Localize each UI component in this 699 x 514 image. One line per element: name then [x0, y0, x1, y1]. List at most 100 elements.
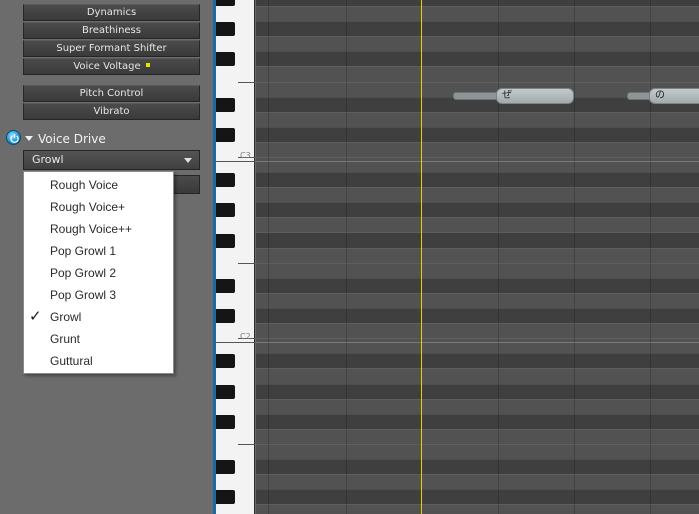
octave-key-line: [216, 161, 255, 162]
menu-item-label: Guttural: [50, 354, 93, 368]
section-title: Voice Drive: [38, 132, 106, 146]
chevron-down-icon: [184, 158, 192, 163]
menu-item[interactable]: ✓ Growl: [24, 306, 173, 328]
grid-row-line: [256, 429, 699, 430]
black-key[interactable]: [216, 203, 235, 218]
grid-row-line: [256, 459, 699, 460]
menu-item[interactable]: Guttural: [24, 350, 173, 372]
black-key-row: [256, 383, 699, 399]
black-key[interactable]: [216, 490, 235, 505]
grid-row-line: [256, 444, 699, 445]
grid-row-line: [256, 323, 699, 324]
grid-row-line: [256, 368, 699, 369]
black-key[interactable]: [216, 127, 235, 142]
black-key-row: [256, 277, 699, 293]
black-key-row: [256, 353, 699, 369]
black-key-row: [256, 232, 699, 248]
grid-row-line: [256, 112, 699, 113]
black-key-row: [256, 459, 699, 475]
beat-line: [498, 0, 499, 514]
menu-item[interactable]: Rough Voice+: [24, 196, 173, 218]
note-block[interactable]: ぜ: [496, 88, 574, 104]
grid-row-line: [256, 248, 699, 249]
menu-item[interactable]: Grunt: [24, 328, 173, 350]
beat-line: [650, 0, 651, 514]
piano-keyboard[interactable]: C3C2C1: [216, 0, 255, 514]
grid-row-line: [256, 187, 699, 188]
grid-row-line: [256, 489, 699, 490]
black-key-row: [256, 202, 699, 218]
grid-row-line: [256, 36, 699, 37]
octave-line: [256, 161, 699, 162]
playhead[interactable]: [421, 0, 422, 514]
grid-row-line: [256, 278, 699, 279]
power-icon[interactable]: [6, 130, 21, 145]
grid-row-line: [256, 6, 699, 7]
black-key[interactable]: [216, 309, 235, 323]
grid-row-line: [256, 263, 699, 264]
vibrato-button[interactable]: Vibrato: [23, 103, 200, 120]
menu-item-label: Pop Growl 3: [50, 288, 117, 302]
note-pitch-bar[interactable]: [453, 92, 499, 100]
black-key-row: [256, 51, 699, 67]
black-key[interactable]: [216, 414, 235, 429]
black-key[interactable]: [216, 173, 235, 188]
breathiness-button[interactable]: Breathiness: [23, 22, 200, 39]
voice-drive-select[interactable]: Growl: [23, 150, 200, 170]
black-key[interactable]: [216, 384, 235, 399]
black-key-row: [256, 126, 699, 142]
voice-voltage-button[interactable]: Voice Voltage: [23, 58, 200, 75]
grid-row-line: [256, 66, 699, 67]
key-separator: [238, 262, 255, 264]
black-key[interactable]: [216, 233, 235, 248]
black-key-row: [256, 489, 699, 505]
expand-triangle-icon[interactable]: [25, 136, 33, 141]
voice-voltage-label: Voice Voltage: [73, 61, 141, 72]
menu-item[interactable]: Rough Voice: [24, 174, 173, 196]
grid-row-line: [256, 338, 699, 339]
grid-row-line: [256, 399, 699, 400]
menu-item[interactable]: Rough Voice++: [24, 218, 173, 240]
menu-item[interactable]: Pop Growl 1: [24, 240, 173, 262]
grid-row-line: [256, 202, 699, 203]
selected-value: Growl: [32, 153, 64, 166]
dynamics-button[interactable]: Dynamics: [23, 4, 200, 21]
black-key-row: [256, 21, 699, 37]
key-separator: [238, 443, 255, 445]
note-lyric: ぜ: [502, 90, 512, 101]
menu-item-label: Rough Voice++: [50, 222, 133, 236]
check-icon: ✓: [29, 308, 42, 325]
grid-row-line: [256, 293, 699, 294]
grid-row-line: [256, 127, 699, 128]
grid-row-line: [256, 308, 699, 309]
octave-label: C3: [240, 151, 251, 160]
menu-item[interactable]: Pop Growl 3: [24, 284, 173, 306]
grid-row-line: [256, 353, 699, 354]
grid-row-line: [256, 157, 699, 158]
beat-line: [574, 0, 575, 514]
black-key[interactable]: [216, 52, 235, 67]
black-key-row: [256, 172, 699, 188]
grid-row-line: [256, 51, 699, 52]
black-key[interactable]: [216, 22, 235, 37]
menu-item-label: Pop Growl 2: [50, 266, 117, 280]
note-grid[interactable]: ぜの: [256, 0, 699, 514]
menu-item[interactable]: Pop Growl 2: [24, 262, 173, 284]
black-key[interactable]: [216, 460, 235, 474]
grid-row-line: [256, 82, 699, 83]
menu-item-label: Growl: [50, 310, 82, 324]
black-key[interactable]: [216, 278, 235, 293]
voice-drive-dropdown: Rough Voice Rough Voice+ Rough Voice++ Pop …: [23, 171, 174, 374]
menu-item-label: Rough Voice+: [50, 200, 126, 214]
menu-item-label: Grunt: [50, 332, 81, 346]
pitch-control-button[interactable]: Pitch Control: [23, 85, 200, 102]
beat-line: [346, 0, 347, 514]
grid-row-line: [256, 414, 699, 415]
black-key[interactable]: [216, 97, 235, 112]
black-key[interactable]: [216, 0, 235, 6]
formant-shifter-button[interactable]: Super Formant Shifter: [23, 40, 200, 57]
note-block[interactable]: の: [649, 88, 699, 104]
black-key[interactable]: [216, 354, 235, 369]
menu-item-label: Pop Growl 1: [50, 244, 117, 258]
grid-row-line: [256, 232, 699, 233]
